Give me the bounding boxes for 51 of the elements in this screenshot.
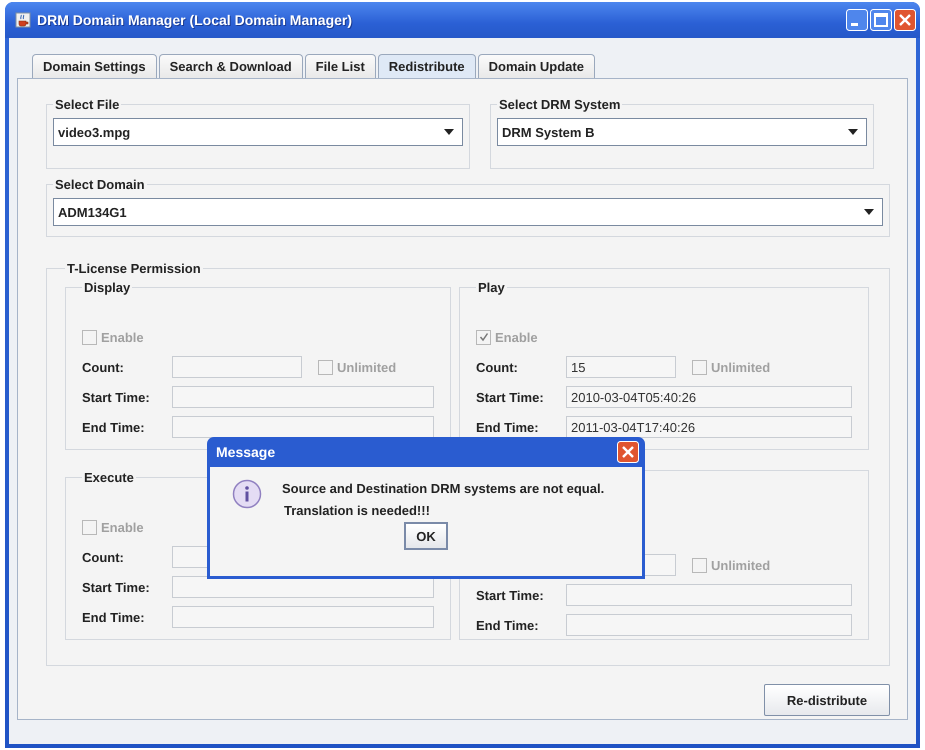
group-title: Display xyxy=(83,280,132,295)
field-label: Start Time: xyxy=(82,390,151,404)
count-field[interactable]: 15 xyxy=(566,356,676,378)
start-time-field[interactable]: 2010-03-04T05:40:26 xyxy=(566,386,852,408)
message-text: Translation is needed!!! xyxy=(283,503,431,518)
end-time-field[interactable] xyxy=(566,614,852,636)
field-label: End Time: xyxy=(476,618,540,632)
file-dropdown[interactable]: video3.mpg xyxy=(53,118,463,146)
dropdown-arrow-icon xyxy=(444,129,454,135)
start-time-field[interactable] xyxy=(566,584,852,606)
close-icon[interactable] xyxy=(894,9,916,31)
end-time-field[interactable] xyxy=(172,416,434,438)
field-label: Start Time: xyxy=(82,580,151,594)
drm-system-dropdown[interactable]: DRM System B xyxy=(497,118,867,146)
info-icon xyxy=(232,479,262,509)
app-icon xyxy=(15,12,31,28)
redistribute-button[interactable]: Re-distribute xyxy=(764,684,890,716)
tab[interactable]: Redistribute xyxy=(378,54,476,78)
group-title: T-License Permission xyxy=(66,261,202,276)
dialog-title: Message xyxy=(216,444,276,460)
tab[interactable]: Search & Download xyxy=(158,54,303,78)
close-icon[interactable] xyxy=(617,441,639,463)
group-title: Execute xyxy=(83,470,135,485)
minimize-icon[interactable] xyxy=(846,9,868,31)
message-text: Source and Destination DRM systems are not equal. xyxy=(282,481,604,496)
field-label: End Time: xyxy=(476,420,540,434)
field-label: Count: xyxy=(82,550,125,564)
tab[interactable]: Domain Settings xyxy=(32,54,157,78)
check-icon xyxy=(478,332,488,342)
domain-dropdown[interactable]: ADM134G1 xyxy=(53,198,883,226)
group-title: Play xyxy=(477,280,506,295)
field-label: End Time: xyxy=(82,420,146,434)
tab[interactable]: File List xyxy=(304,54,376,78)
ok-button[interactable]: OK xyxy=(404,522,448,550)
end-time-field[interactable] xyxy=(172,606,434,628)
maximize-icon[interactable] xyxy=(870,9,892,31)
field-label: Count: xyxy=(476,360,519,374)
dropdown-arrow-icon xyxy=(864,209,874,215)
window-title: DRM Domain Manager (Local Domain Manager) xyxy=(37,12,352,28)
field-label: End Time: xyxy=(82,610,146,624)
field-label: Count: xyxy=(82,360,125,374)
field-label: Start Time: xyxy=(476,390,545,404)
dropdown-arrow-icon xyxy=(848,129,858,135)
tab[interactable]: Domain Update xyxy=(478,54,595,78)
group-title: Select DRM System xyxy=(498,97,622,112)
start-time-field[interactable] xyxy=(172,386,434,408)
count-field[interactable] xyxy=(172,356,302,378)
group-title: Select File xyxy=(54,97,120,112)
group-title: Select Domain xyxy=(54,177,146,192)
end-time-field[interactable]: 2011-03-04T17:40:26 xyxy=(566,416,852,438)
field-label: Start Time: xyxy=(476,588,545,602)
